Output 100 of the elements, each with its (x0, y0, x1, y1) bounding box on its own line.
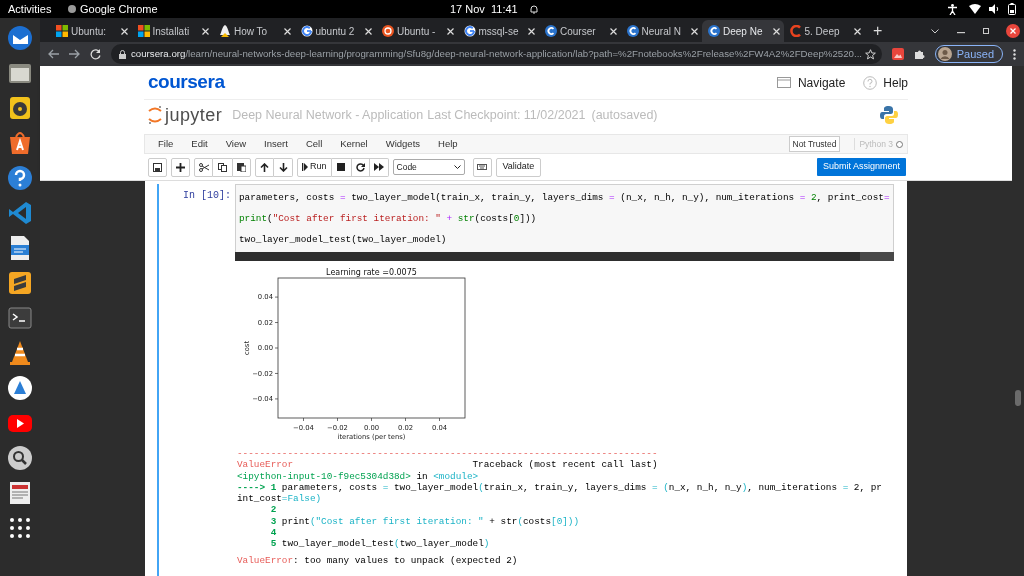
reload-icon[interactable] (90, 48, 101, 60)
help-icon[interactable] (7, 165, 33, 191)
back-icon[interactable] (48, 49, 59, 59)
validate-button[interactable]: Validate (495, 157, 542, 177)
kebab-menu-icon[interactable] (1013, 48, 1016, 60)
add-cell-button[interactable] (171, 157, 190, 177)
speaker-icon[interactable] (7, 95, 33, 121)
tab[interactable]: Ubuntu - (376, 20, 458, 42)
tab[interactable]: Courser (539, 20, 621, 42)
horizontal-scrollbar[interactable] (235, 252, 894, 261)
lock-icon (119, 49, 126, 59)
close-icon[interactable] (283, 27, 291, 35)
close-icon[interactable] (1006, 24, 1020, 38)
copy-button[interactable] (213, 157, 232, 177)
puzzle-icon[interactable] (913, 48, 925, 60)
terminal-icon[interactable] (7, 305, 33, 331)
newspaper-icon[interactable] (7, 480, 33, 506)
close-icon[interactable] (772, 27, 780, 35)
wifi-icon[interactable] (969, 4, 981, 14)
close-icon[interactable] (446, 27, 454, 35)
code-cell[interactable] (157, 184, 894, 576)
tab[interactable]: ubuntu 2 (294, 20, 376, 42)
error-message: ValueError: too many values to unpack (expected 2) (237, 554, 519, 566)
run-button[interactable]: Run (297, 157, 332, 177)
keyboard-icon (477, 164, 487, 170)
menu-item[interactable]: Widgets (376, 136, 430, 152)
stop-button[interactable] (331, 157, 351, 177)
apps-grid-icon[interactable] (7, 515, 33, 541)
tab[interactable]: 5. Deep (783, 20, 865, 42)
traceback-line: ValueError Traceback (most recent call last) (237, 459, 659, 471)
move-up-button[interactable] (255, 157, 274, 177)
close-icon[interactable] (528, 27, 535, 35)
menu-item[interactable]: Insert (255, 136, 297, 152)
close-icon[interactable] (120, 27, 128, 35)
circle-icon (626, 25, 639, 37)
keyboard-button[interactable] (472, 157, 492, 177)
restart-button[interactable] (350, 157, 370, 177)
tab[interactable]: Installati (131, 20, 213, 42)
tab[interactable]: mssql-se (457, 20, 539, 42)
circle-icon (545, 25, 557, 37)
app-name[interactable]: Google Chrome (80, 0, 450, 18)
url-text: coursera.org/learn/neural-networks-deep-learning/programming/Sfu8g/deep-neural-network-application/lab?path=%2Fnotebooks%2Frelease%2FW4A2%2FDeep%2520... (131, 46, 861, 61)
code-editor[interactable] (235, 184, 894, 252)
traffic-cone-icon[interactable] (7, 340, 33, 366)
close-icon[interactable] (691, 27, 698, 35)
minimize-icon[interactable] (957, 32, 965, 34)
activities-button[interactable]: Activities (8, 0, 68, 18)
jupyter-logo[interactable]: jupyter (165, 101, 223, 129)
cell-type-dropdown[interactable]: Code (392, 159, 465, 175)
clock[interactable]: 17 Nov 11:41 (450, 0, 518, 18)
close-icon[interactable] (854, 27, 861, 35)
mail-icon[interactable] (7, 25, 33, 51)
accessibility-icon[interactable] (948, 3, 957, 15)
caret-icon[interactable] (931, 29, 939, 34)
restart-icon (355, 162, 365, 172)
menu-item[interactable]: Kernel (331, 136, 377, 152)
tab[interactable]: How To (213, 20, 295, 42)
address-field[interactable]: coursera.org/learn/neural-networks-deep-learning/programming/Sfu8g/deep-neural-network-application/lab?path=%2Fnotebooks%2Frelease%2FW4A2%2FDeep%2520... (111, 44, 882, 64)
submit-assignment-button[interactable]: Submit Assignment (816, 158, 906, 176)
image-extension-icon[interactable] (891, 48, 904, 60)
move-down-button[interactable] (274, 157, 293, 177)
code-line: print("Cost after first iteration: " + str(costs[0])) (239, 212, 538, 226)
close-icon[interactable] (202, 27, 209, 35)
tab[interactable]: Deep Ne (702, 20, 784, 42)
run-all-button[interactable] (369, 157, 389, 177)
search-icon[interactable] (7, 445, 33, 471)
new-tab-button[interactable]: + (873, 23, 883, 39)
restore-icon[interactable] (983, 27, 990, 34)
paste-button[interactable] (232, 157, 251, 177)
traceback-line: <ipython-input-10-f9ec5304d38d> in <module> (237, 470, 480, 482)
cut-button[interactable] (194, 157, 213, 177)
python-logo-icon (880, 106, 898, 124)
shopping-bag-icon[interactable] (7, 130, 33, 156)
save-button[interactable] (148, 157, 167, 177)
forward-icon[interactable] (69, 49, 80, 59)
battery-icon[interactable] (1008, 3, 1016, 15)
navigate-button[interactable]: Navigate (797, 73, 846, 92)
vertical-scrollbar[interactable] (1012, 66, 1024, 576)
editor-icon[interactable] (7, 270, 33, 296)
menu-item[interactable]: Edit (182, 136, 217, 152)
traceback-line: 5 two_layer_model_test(two_layer_model) (269, 538, 491, 550)
menu-item[interactable]: Cell (296, 136, 332, 152)
tab[interactable]: Neural N (620, 20, 702, 42)
close-icon[interactable] (609, 27, 617, 35)
bell-icon (529, 4, 538, 14)
close-icon[interactable] (365, 27, 372, 35)
menu-item[interactable]: View (216, 136, 256, 152)
jupyter-logo-icon (148, 105, 162, 125)
menu-item[interactable]: File (149, 136, 183, 152)
coursera-logo[interactable]: coursera (148, 68, 225, 97)
help-button[interactable]: Help (883, 73, 908, 92)
app-icon[interactable] (7, 375, 33, 401)
code-editor-icon[interactable] (7, 200, 33, 226)
menu-item[interactable]: Help (429, 136, 467, 152)
ring-icon (463, 25, 476, 37)
circle-icon (382, 25, 394, 37)
star-icon[interactable] (864, 48, 876, 60)
tab[interactable]: Ubuntu: (50, 20, 132, 42)
not-trusted-button[interactable]: Not Trusted (788, 135, 841, 153)
volume-icon[interactable] (989, 4, 1000, 14)
